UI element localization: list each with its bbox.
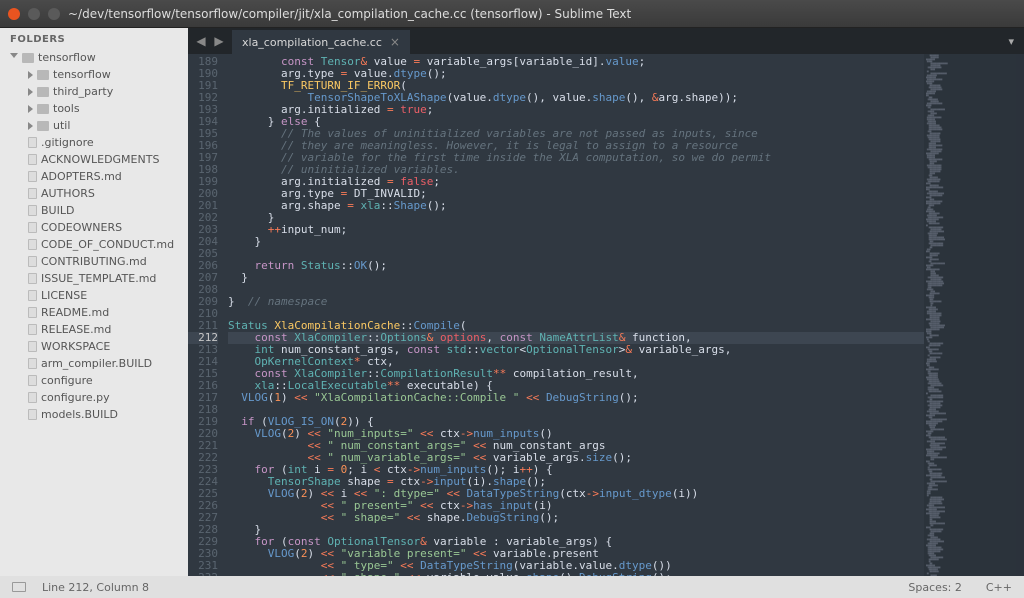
file-icon [28,239,37,250]
nav-fwd-button[interactable]: ▶ [212,34,226,48]
folder-icon [37,87,49,97]
close-icon[interactable]: × [390,35,400,49]
panel-icon[interactable] [12,582,26,592]
tree-folder[interactable]: util [0,117,188,134]
window-minimize-button[interactable] [28,8,40,20]
window-maximize-button[interactable] [48,8,60,20]
titlebar: ~/dev/tensorflow/tensorflow/compiler/jit… [0,0,1024,28]
tree-folder[interactable]: third_party [0,83,188,100]
file-icon [28,290,37,301]
code-editor[interactable]: const Tensor& value = variable_args[vari… [224,54,924,576]
file-icon [28,375,37,386]
tree-file[interactable]: .gitignore [0,134,188,151]
status-bar: Line 212, Column 8 Spaces: 2 C++ [0,576,1024,598]
cursor-position[interactable]: Line 212, Column 8 [42,581,149,594]
tab-label: xla_compilation_cache.cc [242,36,382,49]
file-icon [28,154,37,165]
tree-file[interactable]: WORKSPACE [0,338,188,355]
indent-setting[interactable]: Spaces: 2 [908,581,961,594]
file-icon [28,205,37,216]
minimap[interactable]: ██████████ █████████ ██████████ ██████ █… [924,54,1024,576]
tab-active[interactable]: xla_compilation_cache.cc × [232,30,411,54]
chevron-right-icon [28,88,33,96]
file-icon [28,188,37,199]
file-icon [28,358,37,369]
file-icon [28,392,37,403]
file-icon [28,324,37,335]
tree-file[interactable]: BUILD [0,202,188,219]
folder-icon [37,104,49,114]
tree-file[interactable]: arm_compiler.BUILD [0,355,188,372]
tree-file[interactable]: configure [0,372,188,389]
tree-root[interactable]: tensorflow [0,49,188,66]
tree-file[interactable]: CODE_OF_CONDUCT.md [0,236,188,253]
tree-file[interactable]: ISSUE_TEMPLATE.md [0,270,188,287]
tree-file[interactable]: RELEASE.md [0,321,188,338]
file-icon [28,222,37,233]
tree-file[interactable]: CODEOWNERS [0,219,188,236]
folder-icon [37,70,49,80]
sidebar-header: FOLDERS [0,28,188,49]
folder-icon [22,53,34,63]
chevron-right-icon [28,105,33,113]
tree-file[interactable]: CONTRIBUTING.md [0,253,188,270]
file-icon [28,137,37,148]
sidebar: FOLDERS tensorflow tensorflow third_part… [0,28,188,576]
tree-file[interactable]: README.md [0,304,188,321]
tree-file[interactable]: models.BUILD [0,406,188,423]
tree-folder[interactable]: tools [0,100,188,117]
tab-bar: ◀ ▶ xla_compilation_cache.cc × ▾ [188,28,1024,54]
file-icon [28,256,37,267]
line-gutter[interactable]: 1891901911921931941951961971981992002012… [188,54,224,576]
chevron-down-icon [10,53,18,62]
window-title: ~/dev/tensorflow/tensorflow/compiler/jit… [68,7,631,21]
nav-back-button[interactable]: ◀ [194,34,208,48]
file-icon [28,409,37,420]
tab-menu-button[interactable]: ▾ [998,28,1024,54]
folder-icon [37,121,49,131]
folder-tree: tensorflow [0,49,188,66]
line-number[interactable]: 232 [188,572,218,576]
chevron-right-icon [28,71,33,79]
file-icon [28,273,37,284]
file-icon [28,171,37,182]
tree-file[interactable]: AUTHORS [0,185,188,202]
tree-file[interactable]: LICENSE [0,287,188,304]
editor-area: ◀ ▶ xla_compilation_cache.cc × ▾ 1891901… [188,28,1024,576]
syntax-setting[interactable]: C++ [986,581,1012,594]
chevron-right-icon [28,122,33,130]
tree-file[interactable]: configure.py [0,389,188,406]
tree-file[interactable]: ADOPTERS.md [0,168,188,185]
file-icon [28,341,37,352]
tree-file[interactable]: ACKNOWLEDGMENTS [0,151,188,168]
window-close-button[interactable] [8,8,20,20]
file-icon [28,307,37,318]
tree-folder[interactable]: tensorflow [0,66,188,83]
